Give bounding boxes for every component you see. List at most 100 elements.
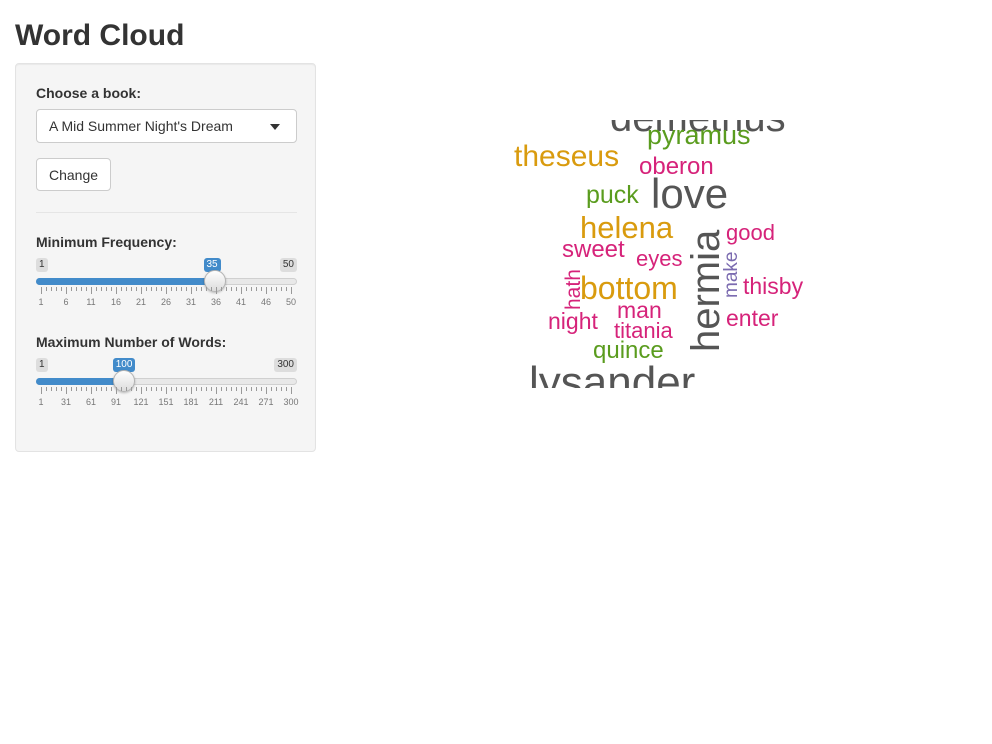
slider-tick-label: 1	[38, 297, 44, 307]
slider-tick	[261, 287, 262, 291]
slider-tick	[166, 387, 167, 394]
slider-tick	[196, 387, 197, 391]
slider-tick	[161, 287, 162, 291]
slider-tick	[231, 287, 232, 291]
slider-tick	[41, 287, 42, 294]
slider-tick	[111, 387, 112, 391]
slider-tick	[106, 387, 107, 391]
cloud-word: thisby	[743, 273, 804, 299]
cloud-word: puck	[586, 181, 639, 209]
slider-tick	[226, 287, 227, 291]
slider-tick	[56, 287, 57, 291]
min-frequency-label: Minimum Frequency:	[36, 234, 177, 250]
slider-tick	[231, 387, 232, 391]
cloud-word: night	[548, 308, 598, 334]
slider-tick	[256, 287, 257, 291]
slider-tick	[86, 387, 87, 391]
slider-tick	[76, 287, 77, 291]
slider-tick	[81, 387, 82, 391]
slider-tick	[176, 287, 177, 291]
slider-tick	[211, 287, 212, 291]
slider-tick	[91, 387, 92, 394]
slider-tick	[221, 287, 222, 291]
max-words-slider[interactable]: 1 300 100 1 31 61 91 121 151 181 211 241 271 300	[36, 358, 299, 420]
sidebar-panel: Choose a book: A Mid Summer Night's Drea…	[15, 63, 316, 452]
slider-tick-label: 46	[260, 297, 272, 307]
slider-tick-label: 11	[86, 297, 96, 307]
slider-tick	[116, 387, 117, 394]
slider-tick-label: 271	[258, 397, 274, 407]
slider-tick	[66, 287, 67, 294]
slider-tick	[216, 387, 217, 394]
cloud-word: make	[721, 251, 742, 298]
slider-tick	[156, 287, 157, 291]
slider-tick-label: 31	[185, 297, 197, 307]
slider-tick	[176, 387, 177, 391]
slider-tick	[41, 387, 42, 394]
slider-tick	[61, 287, 62, 291]
slider-tick-label: 41	[235, 297, 247, 307]
slider-tick	[81, 287, 82, 291]
max-words-label: Maximum Number of Words:	[36, 334, 227, 350]
slider-tick-label: 241	[233, 397, 249, 407]
slider-tick	[256, 387, 257, 391]
min-frequency-slider[interactable]: 1 50 35 1 6 11 16 21 26 31 36 41 46 50	[36, 258, 297, 320]
slider-tick	[96, 287, 97, 291]
slider-tick	[191, 287, 192, 294]
slider-tick-label: 36	[210, 297, 222, 307]
change-button[interactable]: Change	[36, 158, 112, 191]
slider-tick	[286, 387, 287, 391]
slider-tick	[46, 287, 47, 291]
slider-tick	[251, 287, 252, 291]
slider-tick	[271, 287, 272, 291]
slider-tick	[156, 387, 157, 391]
slider-tick	[281, 387, 282, 391]
slider-tick-label: 21	[135, 297, 147, 307]
slider-tick	[291, 287, 292, 294]
cloud-word: hermia	[684, 229, 728, 352]
slider-tick	[251, 387, 252, 391]
slider-tick-label: 50	[285, 297, 297, 307]
slider-tick	[126, 287, 127, 291]
slider-tick	[166, 287, 167, 294]
slider-tick	[171, 387, 172, 391]
slider-tick	[46, 387, 47, 391]
slider-tick	[216, 287, 217, 294]
slider-tick	[226, 387, 227, 391]
book-label: Choose a book:	[36, 85, 142, 101]
slider-min-badge: 1	[36, 358, 48, 372]
slider-tick-label: 31	[60, 397, 72, 407]
slider-tick	[181, 387, 182, 391]
slider-tick	[51, 287, 52, 291]
slider-tick	[246, 287, 247, 291]
slider-tick	[91, 287, 92, 294]
cloud-word: pyramus	[647, 120, 751, 150]
slider-tick	[136, 287, 137, 291]
slider-tick	[241, 387, 242, 394]
slider-tick	[201, 287, 202, 291]
slider-tick	[241, 287, 242, 294]
slider-tick	[196, 287, 197, 291]
slider-tick-label: 151	[158, 397, 174, 407]
cloud-word: enter	[726, 305, 779, 331]
slider-tick	[191, 387, 192, 394]
book-select[interactable]: A Mid Summer Night's Dream	[36, 109, 297, 143]
slider-tick	[171, 287, 172, 291]
slider-tick	[236, 387, 237, 391]
cloud-word: good	[726, 220, 775, 245]
slider-tick	[276, 287, 277, 291]
slider-tick-label: 6	[63, 297, 69, 307]
slider-fill	[36, 278, 215, 285]
slider-tick	[141, 287, 142, 294]
slider-tick-label: 16	[110, 297, 122, 307]
book-select-value: A Mid Summer Night's Dream	[49, 118, 233, 134]
slider-tick	[181, 287, 182, 291]
slider-tick	[266, 287, 267, 294]
slider-tick-label: 91	[110, 397, 122, 407]
slider-tick	[211, 387, 212, 391]
slider-tick-label: 211	[208, 397, 224, 407]
slider-tick	[51, 387, 52, 391]
slider-tick	[276, 387, 277, 391]
slider-tick	[291, 387, 292, 394]
cloud-word: eyes	[636, 246, 683, 271]
